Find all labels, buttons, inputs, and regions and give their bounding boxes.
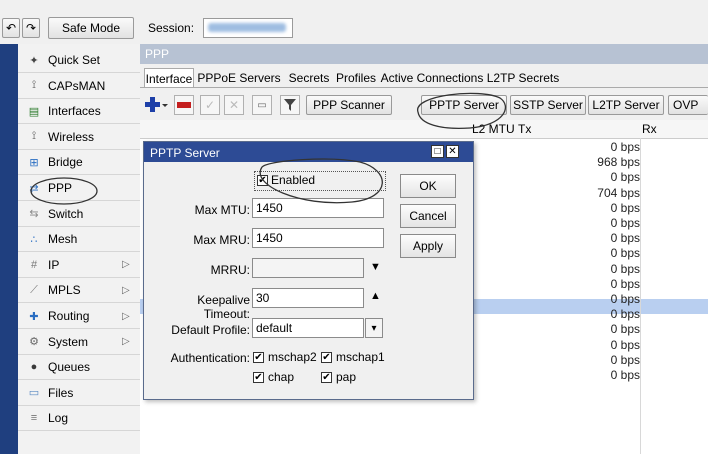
pptp-button-highlight-circle	[417, 92, 506, 130]
ppp-highlight-circle	[30, 177, 98, 205]
enabled-highlight-circle	[259, 158, 383, 204]
annotation-overlay	[30, 92, 506, 205]
